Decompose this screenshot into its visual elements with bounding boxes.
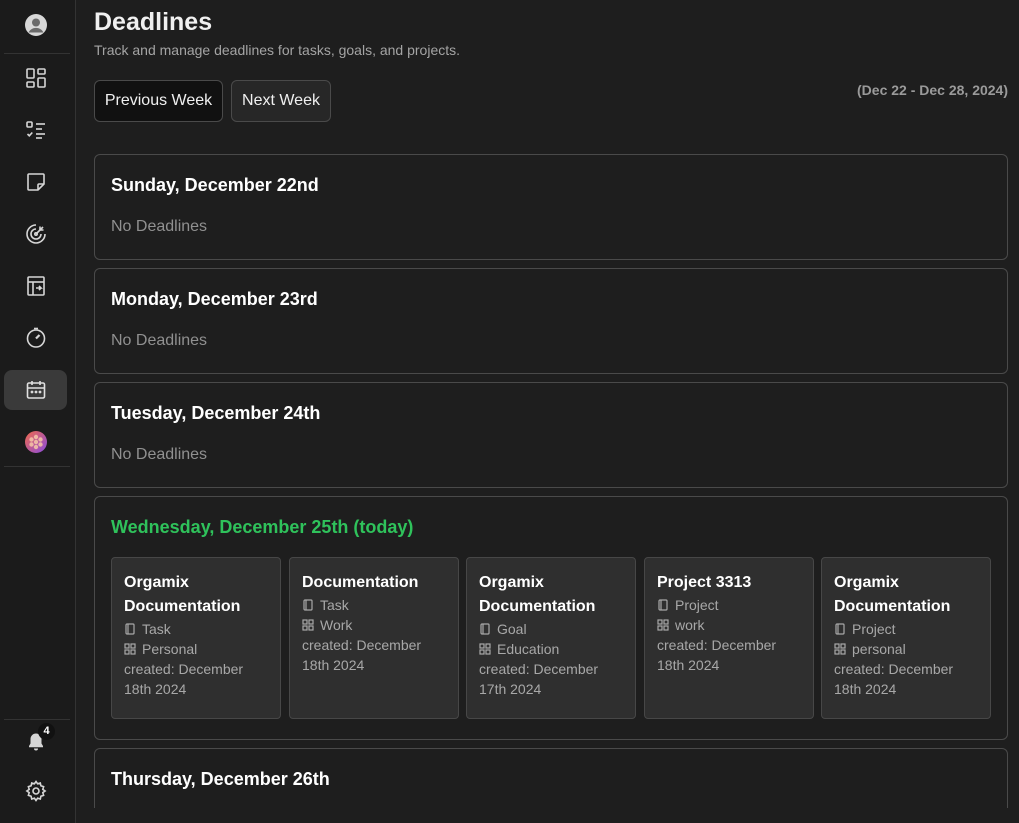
deadline-card[interactable]: Documentation Task Work created: Decembe… <box>289 557 459 719</box>
deadline-card[interactable]: Orgamix Documentation Goal Education cre… <box>466 557 636 719</box>
book-icon <box>480 623 490 635</box>
book-icon <box>835 623 845 635</box>
timer-icon <box>26 327 45 348</box>
deadline-category: Education <box>479 639 623 659</box>
deadline-created: created: December 18th 2024 <box>834 661 954 697</box>
app: 4 Deadlines Track and manage deadlines f… <box>0 0 1019 823</box>
deadline-category: Work <box>302 615 446 635</box>
category-grid-icon <box>124 643 136 655</box>
sidebar-item-timer[interactable] <box>4 318 67 358</box>
sidebar-item-deadlines[interactable] <box>4 370 67 410</box>
next-week-button[interactable]: Next Week <box>231 80 331 122</box>
sidebar: 4 <box>0 0 76 823</box>
category-grid-icon <box>302 619 314 631</box>
app-logo-icon <box>24 431 47 453</box>
no-deadlines-text: No Deadlines <box>111 446 208 463</box>
deadline-created: created: December 18th 2024 <box>657 637 777 673</box>
sidebar-item-projects[interactable] <box>4 266 67 306</box>
tasks-icon <box>25 121 45 139</box>
projects-icon <box>26 276 45 296</box>
deadline-category-label: Personal <box>142 641 198 657</box>
deadline-category-label: work <box>675 617 705 633</box>
book-icon <box>303 599 313 611</box>
deadline-title: Orgamix Documentation <box>834 574 951 615</box>
deadline-category-label: Education <box>497 641 560 657</box>
deadline-card[interactable]: Project 3313 Project work created: Decem… <box>644 557 814 719</box>
deadline-created: created: December 18th 2024 <box>124 661 244 697</box>
day-card-sunday: Sunday, December 22nd No Deadlines <box>94 154 1008 260</box>
deadline-type: Task <box>124 619 268 639</box>
sidebar-divider <box>4 466 70 467</box>
day-card-monday: Monday, December 23rd No Deadlines <box>94 268 1008 374</box>
sidebar-item-tasks[interactable] <box>4 110 67 150</box>
sidebar-item-app[interactable] <box>4 422 67 462</box>
day-title: Monday, December 23rd <box>111 289 318 309</box>
notification-count-badge: 4 <box>38 723 55 740</box>
deadline-category: personal <box>834 639 978 659</box>
deadline-title: Orgamix Documentation <box>124 574 241 615</box>
category-grid-icon <box>479 643 491 655</box>
deadline-type: Task <box>302 595 446 615</box>
deadline-created: created: December 18th 2024 <box>302 637 422 673</box>
notes-icon <box>26 173 45 191</box>
page-subtitle: Track and manage deadlines for tasks, go… <box>94 42 461 58</box>
main-content: Deadlines Track and manage deadlines for… <box>76 0 1019 808</box>
day-card-wednesday: Wednesday, December 25th (today) Orgamix… <box>94 496 1008 740</box>
gear-icon <box>24 780 47 802</box>
deadline-type-label: Goal <box>497 621 527 637</box>
deadline-type-label: Project <box>852 621 896 637</box>
previous-week-button[interactable]: Previous Week <box>94 80 223 122</box>
deadline-category-label: personal <box>852 641 906 657</box>
sidebar-divider <box>4 53 70 54</box>
deadline-category: work <box>657 615 801 635</box>
avatar-button[interactable] <box>4 5 67 45</box>
dashboard-icon <box>25 68 46 88</box>
deadline-created: created: December 17th 2024 <box>479 661 599 697</box>
day-card-thursday: Thursday, December 26th <box>94 748 1008 808</box>
deadline-card[interactable]: Orgamix Documentation Task Personal crea… <box>111 557 281 719</box>
sidebar-item-notes[interactable] <box>4 162 67 202</box>
book-icon <box>658 599 668 611</box>
no-deadlines-text: No Deadlines <box>111 218 208 235</box>
notifications-button[interactable] <box>4 722 67 762</box>
deadline-type-label: Task <box>320 597 349 613</box>
day-title: Thursday, December 26th <box>111 769 330 789</box>
settings-button[interactable] <box>4 771 67 811</box>
sidebar-item-goals[interactable] <box>4 214 67 254</box>
deadline-category: Personal <box>124 639 268 659</box>
day-title-today: Wednesday, December 25th (today) <box>111 517 414 537</box>
day-card-tuesday: Tuesday, December 24th No Deadlines <box>94 382 1008 488</box>
category-grid-icon <box>834 643 846 655</box>
no-deadlines-text: No Deadlines <box>111 332 208 349</box>
deadline-type-label: Project <box>675 597 719 613</box>
deadline-type: Goal <box>479 619 623 639</box>
day-title: Sunday, December 22nd <box>111 175 319 195</box>
sidebar-divider <box>4 719 70 720</box>
category-grid-icon <box>657 619 669 631</box>
deadline-type: Project <box>834 619 978 639</box>
deadline-title: Documentation <box>302 574 419 591</box>
goals-icon <box>25 224 46 244</box>
deadline-type: Project <box>657 595 801 615</box>
book-icon <box>125 623 135 635</box>
deadline-category-label: Work <box>320 617 353 633</box>
deadline-title: Project 3313 <box>657 574 752 591</box>
calendar-icon <box>26 381 45 399</box>
deadline-card[interactable]: Orgamix Documentation Project personal c… <box>821 557 991 719</box>
page-title: Deadlines <box>94 8 213 36</box>
sidebar-item-dashboard[interactable] <box>4 58 67 98</box>
avatar-icon <box>24 14 47 36</box>
deadline-type-label: Task <box>142 621 171 637</box>
week-date-range: (Dec 22 - Dec 28, 2024) <box>857 82 1008 98</box>
day-title: Tuesday, December 24th <box>111 403 321 423</box>
deadline-title: Orgamix Documentation <box>479 574 596 615</box>
